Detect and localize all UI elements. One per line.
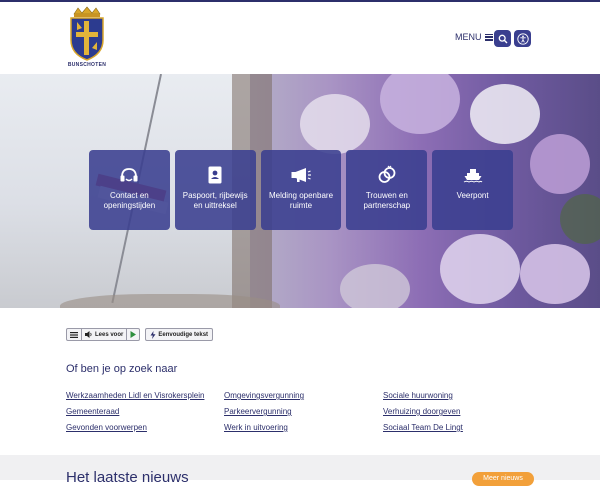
tile-ferry[interactable]: Veerpont (432, 150, 513, 230)
tile-marriage[interactable]: Trouwen en partnerschap (346, 150, 428, 230)
play-button[interactable] (127, 329, 139, 340)
flower (440, 234, 520, 304)
tile-contact[interactable]: Contact en openingstijden (89, 150, 170, 230)
simple-text-button[interactable]: Eenvoudige tekst (145, 328, 214, 341)
speaker-icon (85, 331, 92, 338)
flower (470, 84, 540, 144)
link-verhuizing[interactable]: Verhuizing doorgeven (383, 407, 536, 417)
simple-text-label: Eenvoudige tekst (158, 331, 209, 338)
link-gevonden-voorwerpen[interactable]: Gevonden voorwerpen (66, 423, 224, 433)
flower (300, 94, 370, 154)
flower (340, 264, 410, 308)
listen-button[interactable]: Lees voor (82, 329, 128, 340)
accessibility-icon (516, 32, 529, 45)
link-werkzaamheden[interactable]: Werkzaamheden Lidl en Visrokersplein (66, 391, 224, 401)
megaphone-icon (290, 164, 312, 186)
tile-passport[interactable]: Paspoort, rijbewijs en uittreksel (174, 150, 256, 230)
quick-links: Contact en openingstijden Paspoort, rijb… (89, 150, 513, 230)
list-icon (70, 331, 78, 338)
accessibility-button[interactable] (514, 30, 531, 47)
readspeaker-bar: Lees voor Eenvoudige tekst (66, 328, 214, 341)
link-parkeervergunning[interactable]: Parkeervergunning (224, 407, 383, 417)
link-gemeenteraad[interactable]: Gemeenteraad (66, 407, 224, 417)
lightning-icon (150, 330, 156, 339)
listen-label: Lees voor (95, 331, 124, 338)
popular-links: Werkzaamheden Lidl en Visrokersplein Omg… (66, 391, 536, 433)
flower (520, 244, 590, 304)
link-sociale-huurwoning[interactable]: Sociale huurwoning (383, 391, 536, 401)
tile-label: Melding openbare ruimte (268, 191, 334, 210)
tile-label: Contact en openingstijden (103, 191, 156, 210)
search-icon (498, 34, 507, 43)
menu-button[interactable]: MENU (455, 32, 493, 42)
flower (380, 74, 460, 134)
tile-label: Trouwen en partnerschap (363, 191, 411, 210)
link-omgevingsvergunning[interactable]: Omgevingsvergunning (224, 391, 383, 401)
menu-label: MENU (455, 32, 482, 42)
search-button[interactable] (494, 30, 511, 47)
readspeaker-controls: Lees voor (66, 328, 141, 341)
logo-text: BUNSCHOTEN (67, 62, 107, 68)
link-werk-in-uitvoering[interactable]: Werk in uitvoering (224, 423, 383, 433)
play-icon (130, 331, 137, 338)
hamburger-icon (484, 33, 493, 41)
headset-icon (118, 164, 140, 186)
hero-crowd (60, 294, 280, 308)
link-sociaal-team[interactable]: Sociaal Team De Lingt (383, 423, 536, 433)
readspeaker-menu-button[interactable] (67, 329, 82, 340)
section-heading: Of ben je op zoek naar (66, 363, 178, 375)
tile-report[interactable]: Melding openbare ruimte (260, 150, 342, 230)
foliage (560, 194, 600, 244)
flower (530, 134, 590, 194)
municipality-logo[interactable]: BUNSCHOTEN (66, 6, 108, 70)
tile-label: Paspoort, rijbewijs en uittreksel (182, 191, 248, 210)
coat-of-arms-icon (70, 6, 104, 61)
tile-label: Veerpont (456, 191, 489, 200)
news-section: Het laatste nieuws Meer nieuws (0, 455, 600, 486)
more-news-button[interactable]: Meer nieuws (472, 472, 534, 486)
rings-icon (376, 164, 398, 186)
news-heading: Het laatste nieuws (66, 469, 189, 486)
site-header: BUNSCHOTEN MENU (0, 2, 600, 74)
passport-icon (204, 164, 226, 186)
ferry-icon (462, 164, 484, 186)
